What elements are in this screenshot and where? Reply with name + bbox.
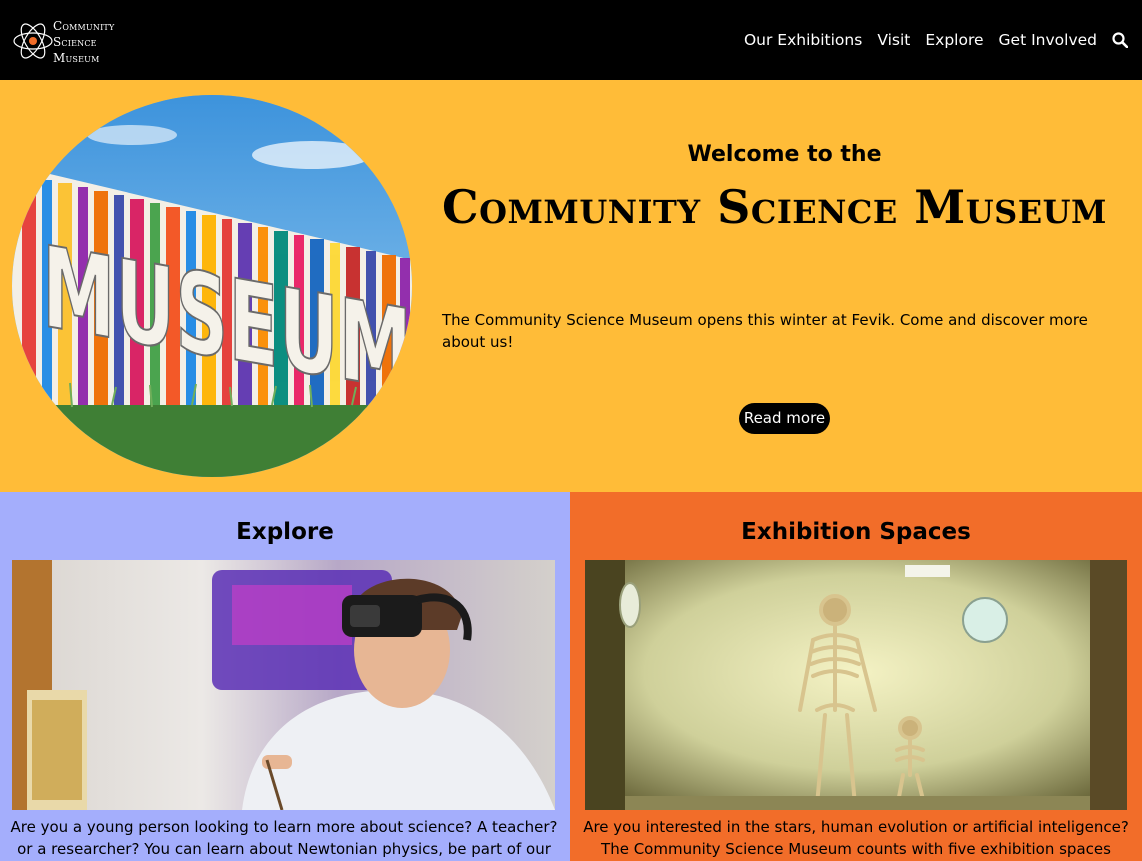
search-icon[interactable]	[1112, 32, 1128, 48]
hero-section: MUSEUM Welcome to the Community Science …	[0, 80, 1142, 492]
nav-explore[interactable]: Explore	[925, 31, 983, 49]
main-nav: Our Exhibitions Visit Explore Get Involv…	[729, 28, 1128, 52]
hero-description: The Community Science Museum opens this …	[442, 311, 1088, 351]
exhibition-spaces-title: Exhibition Spaces	[741, 519, 971, 545]
nav-get-involved[interactable]: Get Involved	[999, 31, 1097, 49]
hero-welcome: Welcome to the	[687, 142, 882, 167]
vr-student-image	[12, 560, 555, 810]
nav-visit[interactable]: Visit	[877, 31, 910, 49]
museum-facade-image: MUSEUM	[12, 95, 412, 477]
site-header: Community Science Museum Our Exhibitions…	[0, 0, 1142, 80]
hero-title: Community Science Museum	[442, 180, 1107, 234]
atom-icon	[13, 23, 53, 59]
exhibition-spaces-card: Exhibition Spaces Are you interested in …	[570, 492, 1142, 861]
nav-our-exhibitions[interactable]: Our Exhibitions	[744, 31, 862, 49]
skeleton-exhibit-image	[585, 560, 1127, 810]
explore-title: Explore	[236, 519, 334, 545]
explore-card: Explore Are you a young person looking t…	[0, 492, 570, 861]
logo-line-science: Science	[53, 35, 97, 49]
read-more-button[interactable]: Read more	[739, 403, 830, 434]
logo-line-community: Community	[53, 19, 115, 33]
explore-text: Are you a young person looking to learn …	[10, 818, 558, 858]
logo-text: Community Science Museum	[53, 18, 114, 66]
museum-logo[interactable]: Community Science Museum	[12, 17, 142, 65]
exhibition-spaces-text: Are you interested in the stars, human e…	[583, 818, 1129, 858]
logo-line-museum: Museum	[53, 51, 100, 65]
